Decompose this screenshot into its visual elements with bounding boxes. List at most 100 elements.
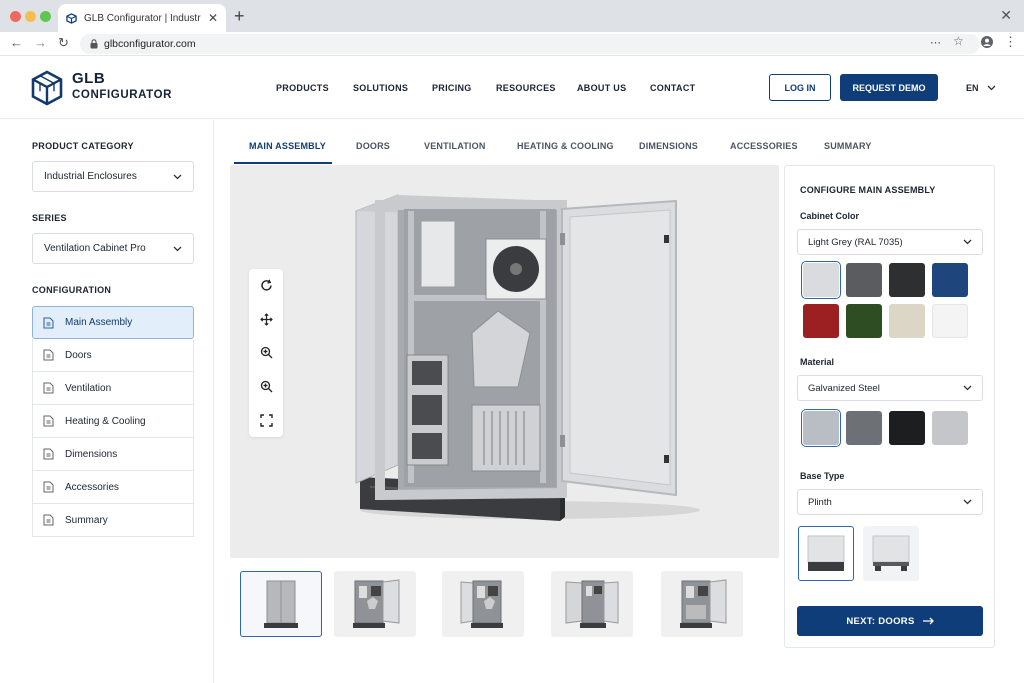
pan-icon	[259, 313, 273, 326]
config-item-dimensions[interactable]: Dimensions	[32, 438, 194, 471]
nav-pricing[interactable]: PRICING	[432, 83, 472, 93]
bookmark-star-icon[interactable]: ☆	[953, 34, 964, 48]
nav-contact[interactable]: CONTACT	[650, 83, 695, 93]
language-label: EN	[966, 83, 979, 93]
rotate-button[interactable]	[249, 269, 283, 303]
back-icon[interactable]: ←	[10, 35, 23, 50]
config-item-label: Summary	[65, 514, 108, 526]
color-swatch-dark-grey[interactable]	[846, 263, 882, 297]
maximize-window-dot[interactable]	[40, 11, 51, 22]
panel-title: CONFIGURE MAIN ASSEMBLY	[800, 185, 936, 195]
cabinet-thumbnail-image	[264, 580, 298, 628]
rotate-icon	[260, 279, 272, 291]
base-type-select[interactable]: Plinth	[797, 489, 983, 515]
config-item-label: Dimensions	[65, 448, 118, 460]
close-tab-icon[interactable]: ✕	[208, 11, 218, 25]
config-item-ventilation[interactable]: Ventilation	[32, 372, 194, 405]
document-icon	[43, 415, 54, 427]
language-selector[interactable]: EN	[966, 83, 996, 93]
pan-button[interactable]	[249, 303, 283, 337]
cabinet-model[interactable]	[230, 165, 779, 558]
sidebar: PRODUCT CATEGORY Industrial Enclosures S…	[0, 120, 214, 683]
lock-icon	[90, 39, 98, 49]
tab-dimensions[interactable]: DIMENSIONS	[639, 141, 698, 151]
material-swatch-steel[interactable]	[846, 411, 882, 445]
next-doors-button[interactable]: NEXT: DOORS	[797, 606, 983, 636]
color-swatch-anthracite[interactable]	[889, 263, 925, 297]
color-swatch-blue[interactable]	[932, 263, 968, 297]
plinth-base-image	[807, 535, 845, 571]
url-text: glbconfigurator.com	[104, 38, 196, 50]
fullscreen-button[interactable]	[249, 403, 283, 437]
browser-tab[interactable]: GLB Configurator | Industrial Prod ✕	[58, 4, 226, 32]
active-tab-indicator	[234, 162, 332, 164]
base-option-feet[interactable]	[863, 526, 919, 581]
color-swatch-red[interactable]	[803, 304, 839, 338]
minimize-window-dot[interactable]	[25, 11, 36, 22]
thumbnail-double-door[interactable]	[551, 571, 633, 637]
configuration-list: Main Assembly Doors Ventilation Heating …	[32, 306, 194, 537]
chevron-down-icon	[963, 385, 972, 391]
tab-main-assembly[interactable]: MAIN ASSEMBLY	[249, 141, 326, 151]
nav-solutions[interactable]: SOLUTIONS	[353, 83, 408, 93]
feet-base-image	[872, 535, 910, 571]
zoom-in-icon	[260, 347, 272, 359]
config-item-accessories[interactable]: Accessories	[32, 471, 194, 504]
zoom-out-button[interactable]	[249, 370, 283, 404]
product-category-select[interactable]: Industrial Enclosures	[32, 161, 194, 192]
logo-cube-icon[interactable]	[30, 70, 64, 106]
chevron-down-icon	[963, 239, 972, 245]
material-swatch-black[interactable]	[889, 411, 925, 445]
color-swatch-green[interactable]	[846, 304, 882, 338]
thumbnail-open-left[interactable]	[334, 571, 416, 637]
tab-summary[interactable]: SUMMARY	[824, 141, 872, 151]
series-select[interactable]: Ventilation Cabinet Pro	[32, 233, 194, 264]
close-window-dot[interactable]	[10, 11, 21, 22]
model-viewer[interactable]	[230, 165, 779, 558]
cabinet-color-label: Cabinet Color	[800, 211, 860, 221]
login-button[interactable]: LOG IN	[769, 74, 831, 101]
tab-doors[interactable]: DOORS	[356, 141, 390, 151]
tab-ventilation[interactable]: VENTILATION	[424, 141, 486, 151]
thumbnail-open-right[interactable]	[661, 571, 743, 637]
zoom-in-button[interactable]	[249, 336, 283, 370]
config-item-doors[interactable]: Doors	[32, 339, 194, 372]
extensions-icon[interactable]: ⋯	[930, 36, 941, 49]
browser-menu-icon[interactable]: ⋮	[1004, 34, 1017, 50]
thumbnail-front-closed[interactable]	[240, 571, 322, 637]
product-category-value: Industrial Enclosures	[44, 171, 137, 182]
nav-products[interactable]: PRODUCTS	[276, 83, 329, 93]
reload-icon[interactable]: ↻	[58, 35, 69, 51]
config-item-heating-cooling[interactable]: Heating & Cooling	[32, 405, 194, 438]
cabinet-thumbnail-image	[353, 579, 400, 628]
base-option-plinth[interactable]	[798, 526, 854, 581]
profile-avatar-icon[interactable]	[981, 36, 993, 51]
nav-about-us[interactable]: ABOUT US	[577, 83, 626, 93]
arrow-right-icon	[922, 617, 934, 625]
document-icon	[43, 514, 54, 526]
new-tab-icon[interactable]: +	[234, 6, 245, 27]
cabinet-color-select[interactable]: Light Grey (RAL 7035)	[797, 229, 983, 255]
request-demo-button[interactable]: REQUEST DEMO	[840, 74, 938, 101]
material-select[interactable]: Galvanized Steel	[797, 375, 983, 401]
material-swatch-aluminium[interactable]	[932, 411, 968, 445]
config-item-main-assembly[interactable]: Main Assembly	[32, 306, 194, 339]
tab-heating-cooling[interactable]: HEATING & COOLING	[517, 141, 614, 151]
config-item-summary[interactable]: Summary	[32, 504, 194, 537]
next-button-label: NEXT: DOORS	[846, 615, 915, 627]
url-field[interactable]: glbconfigurator.com	[80, 34, 980, 54]
forward-icon[interactable]: →	[34, 35, 47, 50]
color-swatch-light-grey[interactable]	[801, 261, 841, 299]
thumbnail-open-front[interactable]	[442, 571, 524, 637]
document-icon	[43, 317, 54, 328]
chevron-down-icon	[987, 85, 996, 91]
window-close-icon[interactable]: ✕	[1000, 7, 1012, 24]
nav-resources[interactable]: RESOURCES	[496, 83, 556, 93]
material-swatch-galvanized[interactable]	[801, 409, 841, 447]
color-swatch-beige[interactable]	[889, 304, 925, 338]
tab-accessories[interactable]: ACCESSORIES	[730, 141, 798, 151]
logo-wordmark[interactable]: GLB CONFIGURATOR	[72, 71, 172, 102]
color-swatch-white[interactable]	[932, 304, 968, 338]
base-type-label: Base Type	[800, 471, 845, 481]
document-icon	[43, 481, 54, 493]
